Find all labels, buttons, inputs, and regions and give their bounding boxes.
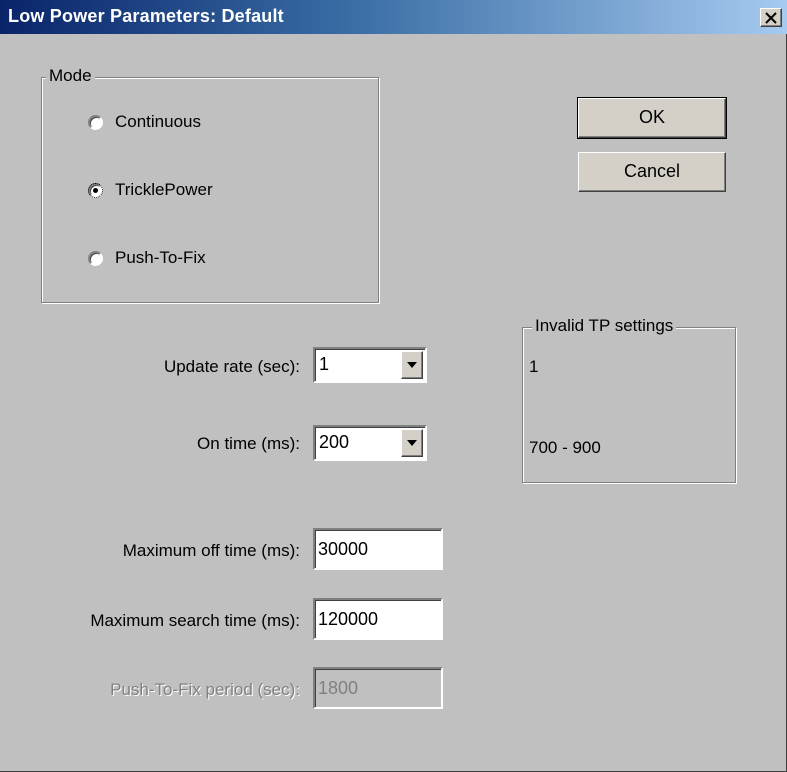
max-off-time-input[interactable] bbox=[313, 528, 443, 570]
update-rate-value: 1 bbox=[319, 354, 330, 374]
invalid-tp-groupbox bbox=[522, 327, 736, 483]
radio-label-continuous: Continuous bbox=[115, 112, 202, 131]
radio-push-to-fix[interactable]: Push-To-Fix bbox=[88, 248, 206, 268]
update-rate-dropdown-button[interactable] bbox=[401, 351, 423, 379]
update-rate-label: Update rate (sec): bbox=[163, 357, 300, 376]
chevron-down-icon bbox=[407, 440, 417, 446]
chevron-down-icon bbox=[407, 362, 417, 368]
on-time-combo[interactable]: 200 bbox=[313, 425, 427, 461]
radio-label-push-to-fix: Push-To-Fix bbox=[115, 248, 206, 267]
cancel-button[interactable]: Cancel bbox=[578, 152, 726, 192]
max-search-time-label: Maximum search time (ms): bbox=[90, 611, 300, 630]
close-icon-glyph bbox=[765, 12, 777, 24]
push-to-fix-period-input bbox=[313, 667, 443, 709]
invalid-on-time-value: 700 - 900 bbox=[529, 438, 601, 457]
radio-selected-dot bbox=[93, 187, 98, 193]
update-rate-combo[interactable]: 1 bbox=[313, 347, 427, 383]
max-search-time-input[interactable] bbox=[313, 598, 443, 640]
on-time-value: 200 bbox=[319, 432, 350, 452]
invalid-update-rate-value: 1 bbox=[529, 357, 539, 376]
ok-button[interactable]: OK bbox=[577, 97, 727, 139]
dialog-window: Low Power Parameters: Default Mode Conti… bbox=[0, 0, 787, 772]
radio-circle-tricklepower bbox=[88, 182, 103, 198]
on-time-dropdown-button[interactable] bbox=[401, 429, 423, 457]
max-off-time-label: Maximum off time (ms): bbox=[122, 541, 300, 560]
radio-circle-push-to-fix bbox=[88, 250, 103, 266]
invalid-tp-legend: Invalid TP settings bbox=[532, 316, 677, 336]
window-title: Low Power Parameters: Default bbox=[8, 6, 284, 26]
radio-continuous[interactable]: Continuous bbox=[88, 112, 201, 132]
radio-label-tricklepower: TricklePower bbox=[115, 180, 213, 199]
title-bar[interactable]: Low Power Parameters: Default bbox=[0, 0, 787, 34]
on-time-label: On time (ms): bbox=[197, 434, 300, 453]
mode-legend: Mode bbox=[46, 66, 95, 86]
close-icon bbox=[765, 12, 777, 24]
radio-circle-continuous bbox=[88, 114, 103, 130]
push-to-fix-period-label: Push-To-Fix period (sec): bbox=[110, 680, 300, 699]
radio-tricklepower[interactable]: TricklePower bbox=[88, 180, 213, 200]
close-button[interactable] bbox=[760, 8, 782, 27]
